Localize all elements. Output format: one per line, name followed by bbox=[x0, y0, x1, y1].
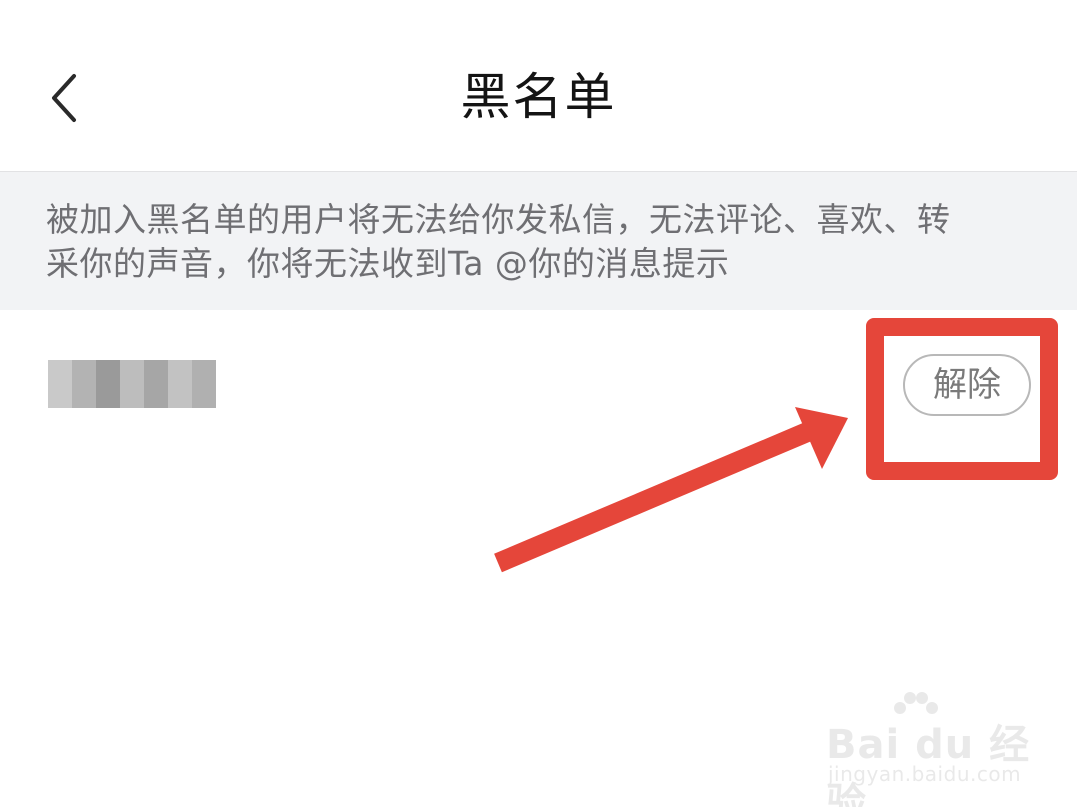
nav-header: 黑名单 bbox=[0, 0, 1077, 172]
blurred-username bbox=[48, 360, 216, 408]
notice-text: 被加入黑名单的用户将无法给你发私信，无法评论、喜欢、转 采你的声音，你将无法收到… bbox=[46, 198, 1036, 286]
page-title: 黑名单 bbox=[460, 68, 617, 126]
blacklist-page: 黑名单 被加入黑名单的用户将无法给你发私信，无法评论、喜欢、转 采你的声音，你将… bbox=[0, 0, 1077, 807]
notice-text-line-2: 采你的声音，你将无法收到Ta @你的消息提示 bbox=[46, 244, 730, 283]
watermark: Bai du 经验 jingyan.baidu.com bbox=[826, 690, 1036, 807]
annotation-highlight-box bbox=[866, 318, 1058, 480]
watermark-url: jingyan.baidu.com bbox=[828, 762, 1022, 786]
watermark-logo: Bai du 经验 bbox=[826, 722, 1031, 807]
notice-text-line-1: 被加入黑名单的用户将无法给你发私信，无法评论、喜欢、转 bbox=[46, 200, 951, 239]
